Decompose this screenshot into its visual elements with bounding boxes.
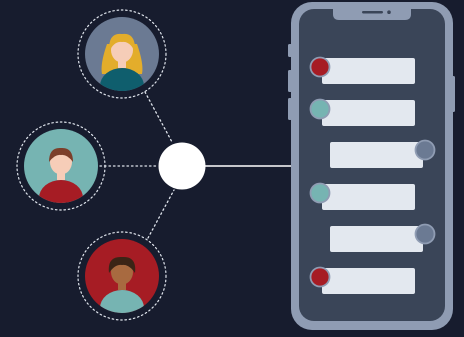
chat-message-left xyxy=(309,98,415,126)
message-bubble xyxy=(322,268,415,294)
diagram-canvas xyxy=(16,2,455,330)
phone-notch xyxy=(333,9,411,20)
chat-message-right xyxy=(330,223,436,252)
message-bubble xyxy=(330,142,423,168)
user-bottom-avatar xyxy=(77,231,167,321)
hub-node xyxy=(158,142,206,190)
connector-bottom xyxy=(147,189,175,239)
chat-flow-diagram xyxy=(0,0,464,337)
sender-avatar-dot xyxy=(309,266,331,288)
message-bubble xyxy=(322,58,415,84)
sender-avatar-dot xyxy=(414,139,436,161)
message-bubble xyxy=(322,184,415,210)
smartphone xyxy=(288,2,455,330)
chat-message-right xyxy=(330,139,436,168)
phone-speaker xyxy=(362,11,383,14)
user-avatars xyxy=(16,9,167,321)
chat-message-left xyxy=(309,266,415,294)
chat-message-left xyxy=(309,182,415,210)
user-top-avatar xyxy=(77,9,167,99)
user-middle-avatar xyxy=(16,121,106,211)
connector-top xyxy=(144,91,173,143)
sender-avatar-dot xyxy=(309,56,331,78)
sender-avatar-dot xyxy=(414,223,436,245)
sender-avatar-dot xyxy=(309,98,331,120)
message-bubble xyxy=(322,100,415,126)
sender-avatar-dot xyxy=(309,182,331,204)
message-bubble xyxy=(330,226,423,252)
phone-camera-icon xyxy=(387,10,391,14)
chat-message-left xyxy=(309,56,415,84)
